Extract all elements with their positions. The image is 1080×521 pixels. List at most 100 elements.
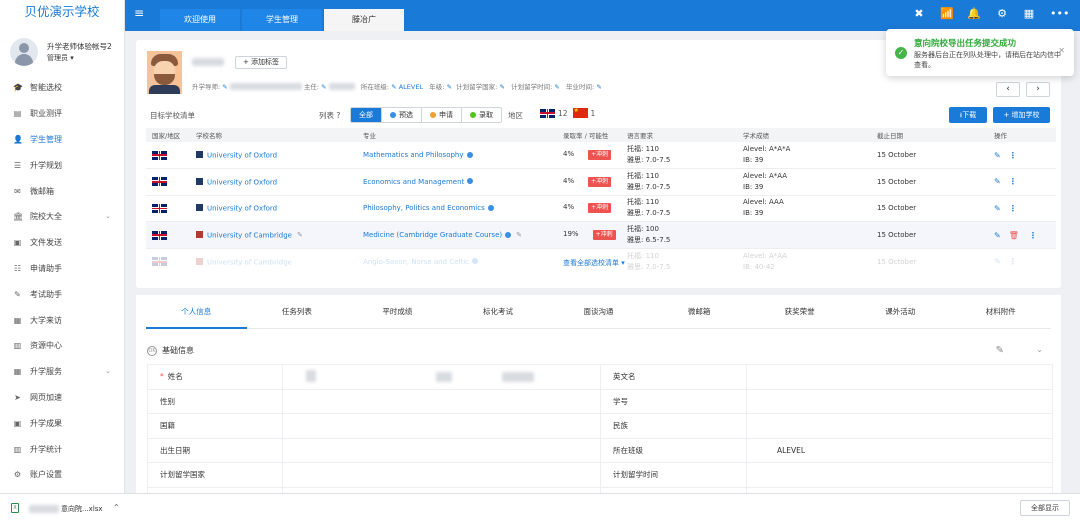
page-tab[interactable]: 滕冶广 <box>324 9 404 31</box>
profile-tab[interactable]: 标化考试 <box>448 295 549 328</box>
more-vertical-icon[interactable]: ⋮ <box>1009 257 1017 266</box>
school-name[interactable]: 贝优演示学校 <box>0 2 124 22</box>
profile-tab[interactable]: 材料附件 <box>951 295 1052 328</box>
wifi-icon[interactable]: 📶 <box>940 7 954 20</box>
more-icon[interactable]: ••• <box>1050 7 1069 20</box>
sidebar-item[interactable]: ⚙ 账户设置 <box>0 462 125 488</box>
table-row[interactable]: University of Oxford Economics and Manage… <box>146 168 1056 196</box>
page-tab[interactable]: 学生管理 <box>242 9 322 31</box>
school-name-link[interactable]: University of Cambridge <box>207 231 292 239</box>
more-vertical-icon[interactable]: ⋮ <box>1009 151 1017 160</box>
edit-icon[interactable]: ✎ <box>297 231 303 239</box>
major-link[interactable]: Anglo-Saxon, Norse and Celtic <box>363 258 469 266</box>
sidebar-item[interactable]: ▥ 升学统计 <box>0 436 125 462</box>
table-row[interactable]: University of Oxford Mathematics and Phil… <box>146 142 1056 170</box>
profile-tab[interactable]: 微邮箱 <box>649 295 750 328</box>
user-profile[interactable]: 升学老师体验帐号2 管理员 ▾ <box>10 38 125 66</box>
table-row[interactable]: University of Cambridge ✎ Medicine (Cambri… <box>146 221 1056 249</box>
edit-icon[interactable]: ✎ <box>391 83 396 91</box>
sidebar-item[interactable]: ☰ 升学规划 <box>0 152 125 178</box>
school-name-link[interactable]: University of Oxford <box>207 178 277 186</box>
calendar-icon[interactable]: ▦ <box>1022 7 1036 20</box>
help-icon[interactable]: ? <box>336 111 340 120</box>
school-name-link[interactable]: University of Oxford <box>207 205 277 213</box>
school-name-link[interactable]: University of Cambridge <box>207 258 292 266</box>
profile-tab[interactable]: 平时成绩 <box>347 295 448 328</box>
download-button[interactable]: ⭳下载 <box>949 107 987 123</box>
add-school-button[interactable]: + 增加学校 <box>993 107 1050 123</box>
field-value[interactable] <box>282 437 601 463</box>
edit-icon[interactable]: ✎ <box>554 83 559 91</box>
edit-icon[interactable]: ✎ <box>516 231 522 239</box>
sidebar-item[interactable]: ▥ 资源中心 <box>0 333 125 359</box>
edit-icon[interactable]: ✎ <box>994 257 1001 266</box>
field-value[interactable]: ALEVEL <box>746 437 1053 463</box>
sidebar-item[interactable]: ▤ 职业测评 <box>0 101 125 127</box>
page-tab[interactable]: 欢迎使用 <box>160 9 240 31</box>
show-all-button[interactable]: 全部显示 <box>1020 500 1070 516</box>
profile-tab[interactable]: 面谈沟通 <box>548 295 649 328</box>
sidebar-item[interactable]: ☷ 申请助手 <box>0 256 125 282</box>
menu-icon[interactable]: ≡ <box>134 6 144 20</box>
edit-icon[interactable]: ✎ <box>447 83 452 91</box>
sidebar-item[interactable]: 🎓 智能选校 <box>0 75 125 101</box>
sidebar-item[interactable]: 👤 学生管理 <box>0 127 125 153</box>
major-link[interactable]: Medicine (Cambridge Graduate Course) <box>363 231 502 239</box>
filter-button[interactable]: 全部 <box>351 108 381 122</box>
major-link[interactable]: Economics and Management <box>363 178 464 186</box>
edit-icon[interactable]: ✎ <box>994 151 1001 160</box>
close-icon[interactable]: ✕ <box>1058 46 1065 55</box>
sidebar-item[interactable]: ▦ 大学来访 <box>0 307 125 333</box>
edit-icon[interactable]: ✎ <box>596 83 601 91</box>
field-value[interactable] <box>282 413 601 439</box>
uk-flag-icon[interactable] <box>540 108 555 118</box>
filter-button[interactable]: 录取 <box>461 108 501 122</box>
field-value[interactable] <box>282 388 601 414</box>
table-row[interactable]: University of Oxford Philosophy, Politics… <box>146 195 1056 223</box>
edit-icon[interactable]: ✎ <box>994 177 1001 186</box>
edit-icon[interactable]: ✎ <box>996 345 1004 356</box>
view-all-link[interactable]: 查看全部选校清单 ▾ <box>563 258 625 268</box>
user-role[interactable]: 管理员 ▾ <box>47 53 74 63</box>
chevron-down-icon[interactable]: ⌄ <box>1036 345 1043 354</box>
sidebar-item[interactable]: 🏛 院校大全 ⌄ <box>0 204 125 230</box>
field-value[interactable] <box>746 462 1053 488</box>
more-vertical-icon[interactable]: ⋮ <box>1009 204 1017 213</box>
school-name-link[interactable]: University of Oxford <box>207 151 277 159</box>
more-vertical-icon[interactable]: ⋮ <box>1009 177 1017 186</box>
filter-button[interactable]: 预选 <box>381 108 421 122</box>
edit-icon[interactable]: ✎ <box>222 83 227 91</box>
field-value[interactable] <box>282 462 601 488</box>
prev-student-button[interactable]: ‹ <box>996 82 1020 97</box>
field-value[interactable] <box>746 364 1053 390</box>
edit-icon[interactable]: ✎ <box>994 231 1001 240</box>
edit-icon[interactable]: ✎ <box>499 83 504 91</box>
download-file-name[interactable]: 意向院...xlsx <box>29 504 103 514</box>
edit-icon[interactable]: ✎ <box>994 204 1001 213</box>
major-link[interactable]: Philosophy, Politics and Economics <box>363 204 485 212</box>
china-flag-icon[interactable] <box>572 107 588 118</box>
close-circle-icon[interactable]: ✖ <box>912 7 926 20</box>
sidebar-item[interactable]: ✎ 考试助手 <box>0 281 125 307</box>
add-tag-button[interactable]: + 添加标签 <box>235 56 287 69</box>
profile-tab[interactable]: 获奖荣誉 <box>749 295 850 328</box>
sidebar-item[interactable]: ✉ 微邮箱 <box>0 178 125 204</box>
profile-tab[interactable]: 个人信息 <box>146 295 247 329</box>
next-student-button[interactable]: › <box>1026 82 1050 97</box>
major-link[interactable]: Mathematics and Philosophy <box>363 151 464 159</box>
profile-tab[interactable]: 课外活动 <box>850 295 951 328</box>
sidebar-item[interactable]: ▣ 文件发送 <box>0 230 125 256</box>
gear-icon[interactable]: ⚙ <box>995 7 1009 20</box>
chevron-up-icon[interactable]: ⌃ <box>113 503 120 512</box>
sidebar-item[interactable]: ▣ 升学成果 <box>0 410 125 436</box>
field-value[interactable] <box>282 364 601 390</box>
profile-tab[interactable]: 任务列表 <box>247 295 348 328</box>
field-value[interactable] <box>746 388 1053 414</box>
sidebar-item[interactable]: ➤ 网页加速 <box>0 385 125 411</box>
filter-button[interactable]: 申请 <box>421 108 461 122</box>
trash-icon[interactable]: 🗑 <box>1009 231 1019 240</box>
bell-icon[interactable]: 🔔 <box>967 7 981 20</box>
more-vertical-icon[interactable]: ⋮ <box>1029 231 1037 240</box>
field-value[interactable] <box>746 413 1053 439</box>
sidebar-item[interactable]: ▦ 升学服务 ⌄ <box>0 359 125 385</box>
